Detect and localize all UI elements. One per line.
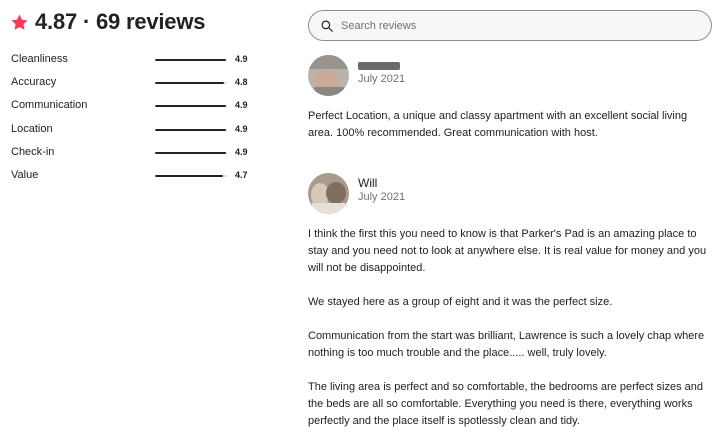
review-text: Perfect Location, a unique and classy ap… — [308, 108, 713, 142]
reviews-count: 69 reviews — [95, 9, 206, 34]
category-row-location: Location 4.9 — [11, 121, 251, 144]
category-ratings: Cleanliness 4.9 Accuracy 4.8 Communicati… — [11, 51, 251, 190]
review-date: July 2021 — [358, 191, 406, 203]
category-score: 4.9 — [235, 54, 248, 64]
rating-value: 4.87 — [35, 9, 78, 34]
category-label: Check-in — [11, 145, 55, 158]
avatar[interactable] — [308, 55, 349, 96]
category-score: 4.9 — [235, 100, 248, 111]
category-bar-fill — [155, 174, 223, 177]
category-bar-fill — [155, 82, 225, 85]
category-label: Communication — [11, 99, 88, 112]
category-bar-fill — [155, 105, 226, 108]
review-paragraph: The living area is perfect and so comfor… — [308, 381, 703, 427]
category-label: Value — [11, 168, 39, 181]
review-text: I think the first this you need to know … — [308, 226, 713, 430]
redacted-name-bar — [358, 61, 400, 70]
category-bar — [155, 59, 227, 61]
category-score: 4.9 — [235, 123, 248, 134]
category-bar-fill — [155, 59, 226, 61]
search-icon — [321, 20, 333, 32]
category-label: Accuracy — [11, 76, 57, 89]
search-bar[interactable] — [308, 10, 712, 41]
category-bar — [155, 174, 227, 177]
rating-separator: · — [77, 9, 96, 34]
review-paragraph: Communication from the start was brillia… — [308, 330, 705, 359]
review-date: July 2021 — [358, 73, 406, 85]
star-icon — [11, 13, 28, 30]
category-row-check-in: Check-in 4.9 — [11, 144, 251, 167]
category-label: Cleanliness — [11, 53, 68, 65]
category-bar-fill — [155, 128, 226, 131]
category-bar — [155, 128, 227, 131]
review-paragraph: Perfect Location, a unique and classy ap… — [308, 110, 688, 139]
category-bar-fill — [155, 151, 226, 154]
review-paragraph: I think the first this you need to know … — [308, 228, 707, 274]
rating-header: 4.87 · 69 reviews — [10, 9, 205, 35]
category-bar — [155, 82, 227, 85]
category-row-cleanliness: Cleanliness 4.9 — [11, 51, 251, 74]
category-bar — [155, 105, 227, 108]
category-bar — [155, 151, 227, 154]
category-label: Location — [11, 122, 53, 135]
reviewer-name[interactable]: Will — [358, 176, 377, 190]
category-score: 4.9 — [235, 146, 248, 157]
category-score: 4.7 — [235, 169, 248, 180]
category-row-accuracy: Accuracy 4.8 — [11, 74, 251, 97]
category-score: 4.8 — [235, 77, 248, 88]
review-paragraph: We stayed here as a group of eight and i… — [308, 296, 613, 308]
avatar[interactable] — [308, 173, 349, 214]
category-row-value: Value 4.7 — [11, 167, 251, 190]
reviewer-name[interactable] — [358, 58, 400, 72]
category-row-communication: Communication 4.9 — [11, 97, 251, 120]
search-input[interactable] — [339, 18, 683, 33]
